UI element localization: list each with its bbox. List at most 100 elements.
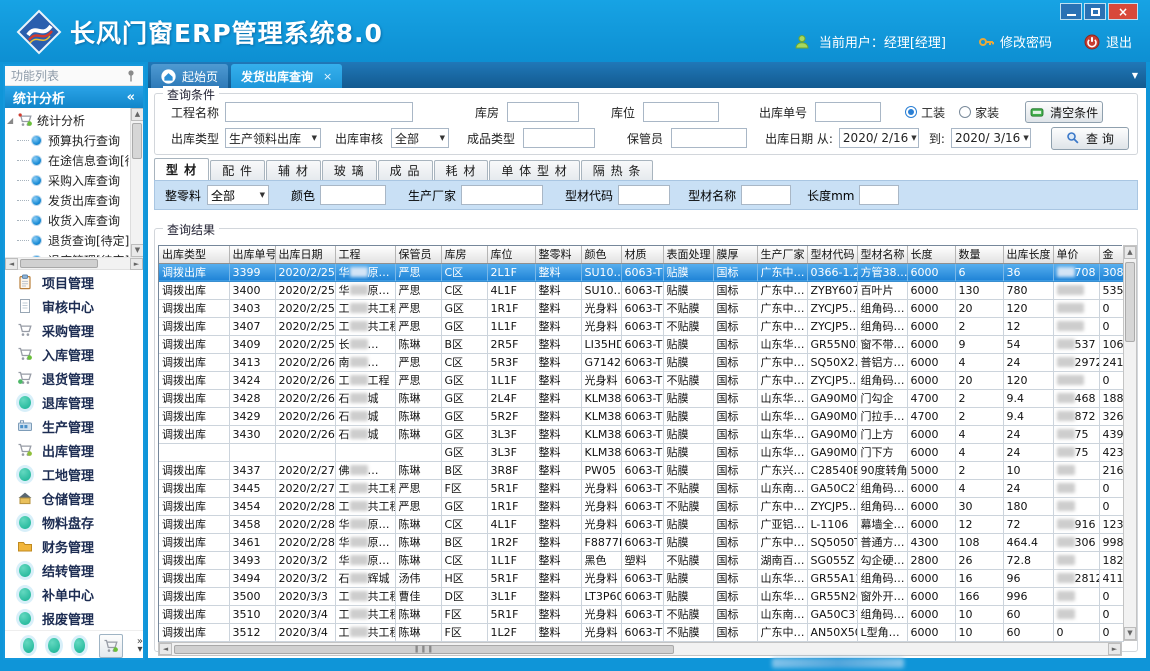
table-scroll-thumb[interactable] <box>1125 262 1135 342</box>
tree-root-statistics[interactable]: ◢统计分析 <box>7 110 129 130</box>
column-header[interactable]: 出库单号 <box>229 246 275 263</box>
material-tab[interactable]: 型 材 <box>154 158 209 180</box>
pin-icon[interactable] <box>125 69 137 83</box>
date-from-select[interactable]: 2020/ 2/16▼ <box>839 128 919 148</box>
keeper-input[interactable] <box>671 128 747 148</box>
radio-gongzhuang[interactable] <box>905 106 917 118</box>
tree-item[interactable]: 发货出库查询 <box>7 190 129 210</box>
sidebar-module[interactable]: 仓储管理 <box>5 486 143 510</box>
scroll-down-icon[interactable]: ▼ <box>131 244 143 257</box>
tab-home[interactable]: 起始页 <box>151 64 228 88</box>
tab-shipment-outbound-query[interactable]: 发货出库查询 × <box>231 64 342 88</box>
table-row[interactable]: 调拨出库34942020/3/2石辉城汤伟H区5R1F整料光身料6063-T5贴… <box>159 569 1123 587</box>
module-circle-icon[interactable] <box>48 638 59 653</box>
sidebar-module[interactable]: 结转管理 <box>5 558 143 582</box>
table-row[interactable]: 调拨出库34302020/2/26石城陈琳G区3L3F整料KLM38176063… <box>159 425 1123 443</box>
color-input[interactable] <box>320 185 386 205</box>
manufacturer-input[interactable] <box>461 185 543 205</box>
project-name-input[interactable] <box>225 102 413 122</box>
module-circle-icon[interactable] <box>74 638 85 653</box>
profile-code-input[interactable] <box>618 185 670 205</box>
table-row[interactable]: 调拨出库33992020/2/25华原…严思C区2L1F整料SU10…6063-… <box>159 263 1123 281</box>
outbound-audit-select[interactable]: 全部▼ <box>391 128 449 148</box>
scroll-up-icon[interactable]: ▲ <box>1124 246 1136 259</box>
table-row[interactable]: 调拨出库34542020/2/28工共工程严思G区1R1F整料光身料6063-T… <box>159 497 1123 515</box>
material-tab[interactable]: 玻 璃 <box>322 160 377 180</box>
search-button[interactable]: 查 询 <box>1051 127 1129 150</box>
tree-vertical-scrollbar[interactable]: ▲ ▼ <box>130 108 143 257</box>
column-header[interactable]: 膜厚 <box>713 246 757 263</box>
material-tab[interactable]: 隔 热 条 <box>581 160 654 180</box>
minimize-button[interactable] <box>1060 3 1082 20</box>
column-header[interactable]: 出库日期 <box>275 246 335 263</box>
table-row[interactable]: 调拨出库35002020/3/3工共工程曹佳D区3L1F整料LT3P606063… <box>159 587 1123 605</box>
radio-jiazhuang[interactable] <box>959 106 971 118</box>
tree-item[interactable]: 采购入库查询 <box>7 170 129 190</box>
sidebar-module[interactable]: 退货管理 <box>5 366 143 390</box>
column-header[interactable]: 金 <box>1099 246 1123 263</box>
sidebar-module[interactable]: 工地管理 <box>5 462 143 486</box>
cart-module-button[interactable] <box>99 634 122 658</box>
table-row[interactable]: 调拨出库35102020/3/4工共工程陈琳F区5R1F整料光身料6063-T5… <box>159 605 1123 623</box>
tree-item[interactable]: 收货入库查询 <box>7 210 129 230</box>
whole-part-select[interactable]: 全部▼ <box>207 185 269 205</box>
table-row[interactable]: 调拨出库34092020/2/25长…陈琳B区2R5F整料LI35HD6063-… <box>159 335 1123 353</box>
column-header[interactable]: 型材代码 <box>807 246 857 263</box>
table-row[interactable]: 调拨出库35122020/3/4工共工程陈琳F区1L2F整料光身料6063-T5… <box>159 623 1123 641</box>
location-input[interactable] <box>643 102 719 122</box>
tree-item[interactable]: 预算执行查询 <box>7 130 129 150</box>
tree-hscroll-thumb[interactable] <box>20 259 98 268</box>
table-row[interactable]: 调拨出库34372020/2/27佛…陈琳B区3R8F整料PW056063-T5… <box>159 461 1123 479</box>
table-row[interactable]: 调拨出库34242020/2/26工工程严思G区1L1F整料光身料6063-T5… <box>159 371 1123 389</box>
column-header[interactable]: 工程 <box>335 246 395 263</box>
sidebar-module[interactable]: 项目管理 <box>5 270 143 294</box>
sidebar-module[interactable]: 入库管理 <box>5 342 143 366</box>
table-row[interactable]: 调拨出库34452020/2/27工共工程严思F区5R1F整料光身料6063-T… <box>159 479 1123 497</box>
tree-item[interactable]: 退库管理[待定] <box>7 250 129 258</box>
column-header[interactable]: 表面处理 <box>663 246 713 263</box>
column-header[interactable]: 生产厂家 <box>757 246 807 263</box>
table-row[interactable]: 调拨出库34072020/2/25工共工程严思G区1L1F整料光身料6063-T… <box>159 317 1123 335</box>
product-type-input[interactable] <box>523 128 595 148</box>
column-header[interactable]: 保管员 <box>395 246 441 263</box>
module-circle-icon[interactable] <box>23 638 34 653</box>
profile-name-input[interactable] <box>741 185 791 205</box>
logout-button[interactable]: 退出 <box>1084 32 1132 51</box>
scroll-left-icon[interactable]: ◄ <box>159 643 172 655</box>
material-tab[interactable]: 配 件 <box>210 160 265 180</box>
table-row[interactable]: 调拨出库34582020/2/28华原…陈琳C区4L1F整料光身料6063-T5… <box>159 515 1123 533</box>
sidebar-module[interactable]: 报废管理 <box>5 606 143 630</box>
sidebar-section-statistics[interactable]: 统计分析 « <box>5 86 143 108</box>
table-row[interactable]: 调拨出库34132020/2/26南…严思C区5R3F整料G714226063-… <box>159 353 1123 371</box>
table-row[interactable]: G区3L3F整料KLM38176063-T5贴膜国标山东华…GA90M09.门下… <box>159 443 1123 461</box>
close-button[interactable]: × <box>1108 3 1138 20</box>
table-vertical-scrollbar[interactable]: ▲ ▼ <box>1123 245 1137 641</box>
more-modules-button[interactable]: »▾ <box>137 638 143 654</box>
table-row[interactable]: 调拨出库34932020/3/2华原…陈琳C区1L1F整料黑色塑料不贴膜国标湖南… <box>159 551 1123 569</box>
column-header[interactable]: 单价 <box>1053 246 1099 263</box>
column-header[interactable]: 出库类型 <box>159 246 229 263</box>
sidebar-module[interactable]: 补单中心 <box>5 582 143 606</box>
column-header[interactable]: 库房 <box>441 246 487 263</box>
table-row[interactable]: 调拨出库34612020/2/28华原…陈琳B区1R2F整料F8877FT606… <box>159 533 1123 551</box>
tree-scroll-thumb[interactable] <box>132 123 142 159</box>
table-row[interactable]: 调拨出库34292020/2/26石城陈琳G区5R2F整料KLM38176063… <box>159 407 1123 425</box>
material-tab[interactable]: 单 体 型 材 <box>489 160 579 180</box>
length-input[interactable] <box>859 185 899 205</box>
scroll-up-icon[interactable]: ▲ <box>131 108 143 121</box>
sidebar-module[interactable]: 审核中心 <box>5 294 143 318</box>
column-header[interactable]: 数量 <box>955 246 1003 263</box>
sidebar-module[interactable]: 生产管理 <box>5 414 143 438</box>
warehouse-input[interactable] <box>507 102 579 122</box>
sidebar-module[interactable]: 财务管理 <box>5 534 143 558</box>
table-hscroll-thumb[interactable]: ❚❚❚ <box>174 645 674 654</box>
column-header[interactable]: 长度 <box>907 246 955 263</box>
clear-conditions-button[interactable]: 清空条件 <box>1025 101 1103 123</box>
column-header[interactable]: 出库长度 <box>1003 246 1053 263</box>
column-header[interactable]: 整零料 <box>535 246 581 263</box>
material-tab[interactable]: 耗 材 <box>434 160 489 180</box>
column-header[interactable]: 库位 <box>487 246 535 263</box>
table-horizontal-scrollbar[interactable]: ◄ ❚❚❚ ► <box>158 642 1122 656</box>
sidebar-module[interactable]: 出库管理 <box>5 438 143 462</box>
maximize-button[interactable] <box>1084 3 1106 20</box>
